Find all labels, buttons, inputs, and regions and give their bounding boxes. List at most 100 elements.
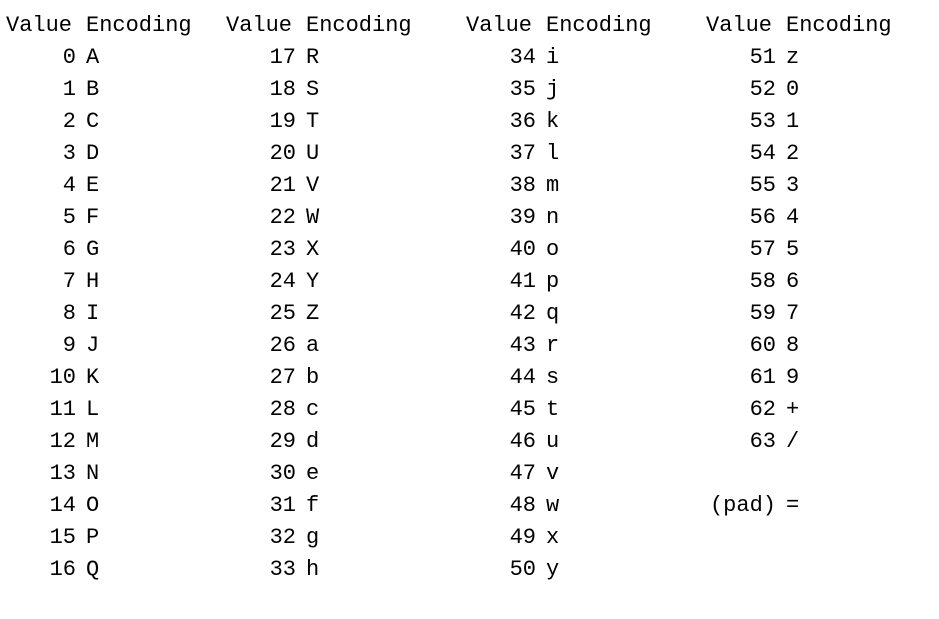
- cell-encoding: X: [296, 234, 416, 266]
- cell-value: 43: [466, 330, 536, 362]
- table-row: 30e: [226, 458, 466, 490]
- cell-encoding: u: [536, 426, 656, 458]
- table-row: 49x: [466, 522, 706, 554]
- table-row: 520: [706, 74, 926, 106]
- cell-encoding: 2: [776, 138, 896, 170]
- cell-value: 42: [466, 298, 536, 330]
- cell-value: 38: [466, 170, 536, 202]
- cell-encoding: g: [296, 522, 416, 554]
- header-encoding: Encoding: [296, 10, 416, 42]
- cell-encoding: c: [296, 394, 416, 426]
- table-row: 542: [706, 138, 926, 170]
- table-row: 10K: [6, 362, 226, 394]
- cell-encoding: x: [536, 522, 656, 554]
- cell-value: 23: [226, 234, 296, 266]
- table-row: 4E: [6, 170, 226, 202]
- table-row: 21V: [226, 170, 466, 202]
- cell-encoding: R: [296, 42, 416, 74]
- cell-value: 28: [226, 394, 296, 426]
- cell-value: 36: [466, 106, 536, 138]
- table-row: 45t: [466, 394, 706, 426]
- cell-encoding: S: [296, 74, 416, 106]
- table-row: 42q: [466, 298, 706, 330]
- table-row: 5F: [6, 202, 226, 234]
- cell-value: 29: [226, 426, 296, 458]
- table-row: 22W: [226, 202, 466, 234]
- cell-encoding: t: [536, 394, 656, 426]
- cell-encoding: L: [76, 394, 196, 426]
- table-row: 619: [706, 362, 926, 394]
- table-row: 34i: [466, 42, 706, 74]
- cell-value: 62: [706, 394, 776, 426]
- cell-encoding: w: [536, 490, 656, 522]
- column-2: Value Encoding 17R 18S 19T 20U 21V 22W 2…: [226, 10, 466, 586]
- column-header: Value Encoding: [466, 10, 706, 42]
- cell-value: 45: [466, 394, 536, 426]
- table-row: 29d: [226, 426, 466, 458]
- cell-encoding: q: [536, 298, 656, 330]
- cell-value: 27: [226, 362, 296, 394]
- cell-encoding: f: [296, 490, 416, 522]
- cell-value: 26: [226, 330, 296, 362]
- cell-encoding: I: [76, 298, 196, 330]
- cell-value: 61: [706, 362, 776, 394]
- cell-value: 6: [6, 234, 76, 266]
- cell-value: 33: [226, 554, 296, 586]
- table-row: 63/: [706, 426, 926, 458]
- cell-value: 60: [706, 330, 776, 362]
- cell-value: 51: [706, 42, 776, 74]
- cell-encoding: O: [76, 490, 196, 522]
- table-row: 597: [706, 298, 926, 330]
- cell-encoding: p: [536, 266, 656, 298]
- header-value: Value: [226, 10, 296, 42]
- cell-value: 8: [6, 298, 76, 330]
- cell-value: 39: [466, 202, 536, 234]
- table-row: 7H: [6, 266, 226, 298]
- cell-value: 16: [6, 554, 76, 586]
- table-row: 46u: [466, 426, 706, 458]
- cell-encoding: F: [76, 202, 196, 234]
- table-row: 28c: [226, 394, 466, 426]
- cell-value: 22: [226, 202, 296, 234]
- column-header: Value Encoding: [706, 10, 926, 42]
- cell-encoding: o: [536, 234, 656, 266]
- table-row: 9J: [6, 330, 226, 362]
- table-row: 13N: [6, 458, 226, 490]
- table-row: 23X: [226, 234, 466, 266]
- cell-encoding: i: [536, 42, 656, 74]
- table-row: 6G: [6, 234, 226, 266]
- cell-encoding: d: [296, 426, 416, 458]
- cell-value: 17: [226, 42, 296, 74]
- cell-encoding: C: [76, 106, 196, 138]
- table-row: 47v: [466, 458, 706, 490]
- cell-encoding: 5: [776, 234, 896, 266]
- cell-value: 1: [6, 74, 76, 106]
- cell-encoding: H: [76, 266, 196, 298]
- table-row: 37l: [466, 138, 706, 170]
- column-header: Value Encoding: [226, 10, 466, 42]
- cell-encoding: /: [776, 426, 896, 458]
- cell-value: 41: [466, 266, 536, 298]
- column-4: Value Encoding 51z 520 531 542 553 564 5…: [706, 10, 926, 586]
- table-row: 553: [706, 170, 926, 202]
- cell-value: 9: [6, 330, 76, 362]
- column-3: Value Encoding 34i 35j 36k 37l 38m 39n 4…: [466, 10, 706, 586]
- cell-encoding: v: [536, 458, 656, 490]
- table-row: 43r: [466, 330, 706, 362]
- cell-encoding: +: [776, 394, 896, 426]
- cell-value: 20: [226, 138, 296, 170]
- cell-value: 32: [226, 522, 296, 554]
- cell-value: 12: [6, 426, 76, 458]
- cell-value: 56: [706, 202, 776, 234]
- cell-value: 15: [6, 522, 76, 554]
- cell-value: 31: [226, 490, 296, 522]
- cell-encoding: E: [76, 170, 196, 202]
- cell-value: 18: [226, 74, 296, 106]
- cell-encoding: Z: [296, 298, 416, 330]
- cell-value: 53: [706, 106, 776, 138]
- table-row: 15P: [6, 522, 226, 554]
- cell-value: 4: [6, 170, 76, 202]
- cell-encoding: 3: [776, 170, 896, 202]
- cell-value: 35: [466, 74, 536, 106]
- cell-encoding: D: [76, 138, 196, 170]
